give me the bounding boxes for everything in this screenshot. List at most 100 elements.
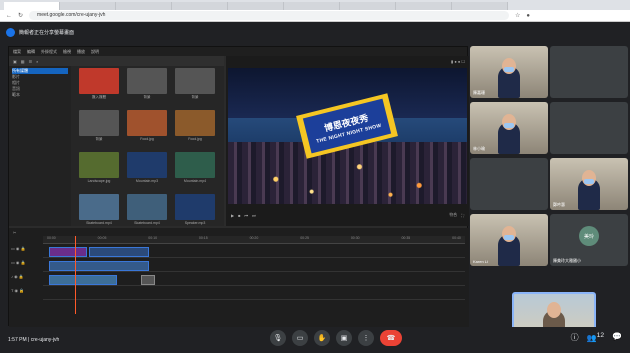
search-icon[interactable]: ⌕ [36,59,38,64]
browser-tab[interactable] [340,2,396,10]
browser-tab[interactable] [172,2,228,10]
media-sidebar: 所有媒體 影片 相片 音訊 範本 [9,66,71,226]
audio-waveform-clip[interactable] [49,275,117,285]
stop-icon[interactable]: ■ [238,213,240,218]
hand-icon[interactable]: ✋ [314,330,330,346]
participant-tile[interactable] [550,102,628,154]
media-item[interactable]: Skateboard.mp4 [125,194,169,232]
reload-icon[interactable]: ↻ [18,12,23,19]
ruler-tick-label: 00:30 [350,236,360,240]
chat-icon[interactable]: 💬 [612,332,622,343]
media-item[interactable]: 背景 [77,110,121,148]
media-item[interactable]: Food.jpg [173,110,217,148]
browser-tab[interactable] [452,2,508,10]
more-icon[interactable]: ⋮ [358,330,374,346]
play-icon[interactable]: ▶ [231,213,234,218]
media-thumbnail [175,152,215,178]
browser-tab[interactable] [4,2,60,10]
clock-time: 1:57 PM [8,337,27,343]
timeline-clip[interactable] [49,261,149,271]
media-item[interactable]: 匯入媒體 [77,68,121,106]
menu-edit[interactable]: 編輯 [27,49,35,55]
participant-tile[interactable] [550,46,628,98]
list-view-icon[interactable]: ☰ [29,59,33,64]
participant-name: 林小瑜 [473,146,485,151]
profile-icon[interactable]: ● [526,13,530,19]
url-field[interactable]: meet.google.com/cre-ujany-jvh [29,11,510,20]
face-mask [504,235,514,240]
media-thumbnail [175,194,215,220]
next-frame-icon[interactable]: ⏭ [252,213,256,218]
participant-tile[interactable]: 鄭吟惠 [550,158,628,210]
people-count-badge: 12 [596,332,605,339]
face-mask [504,123,514,128]
browser-tab[interactable] [116,2,172,10]
hangup-icon[interactable]: ☎ [380,330,402,346]
back-icon[interactable]: ← [6,13,12,19]
participant-tile[interactable]: 美玲 陳美玲大雅國小 [550,214,628,266]
face-mask [584,179,594,184]
timeline-clip[interactable] [89,247,149,257]
present-icon[interactable]: ▣ [336,330,352,346]
grid-view-icon[interactable]: ▦ [21,59,25,64]
timeline-clip[interactable] [49,247,87,257]
browser-tab[interactable] [396,2,452,10]
media-item[interactable]: Landscape.jpg [77,152,121,190]
import-icon[interactable]: ▣ [13,59,17,64]
media-library: ▣ ▦ ☰ ⌕ 所有媒體 影片 相片 音訊 範本 匯入媒體 背景 背景 背景 Food.… [9,56,224,226]
people-icon[interactable]: 👥12 [587,332,604,343]
fit-dropdown[interactable]: 符合 [449,212,457,218]
info-icon[interactable]: ⓘ [571,332,579,343]
mic-icon[interactable]: 🎙 [270,330,286,346]
media-item[interactable]: Skateboard.mp4 [77,194,121,232]
timeline-clip[interactable] [141,275,155,285]
browser-tab[interactable] [284,2,340,10]
participant-tile[interactable]: Karen Li [470,214,548,266]
scissors-icon[interactable]: ✂ [13,230,16,235]
media-thumbnail [175,110,215,136]
media-thumbnail [175,68,215,94]
fullscreen-icon[interactable]: ⛶ [461,213,464,218]
meeting-info: 1:57 PM | cre-ujany-jvh [8,337,60,343]
track-2 [43,260,465,272]
media-item[interactable]: 背景 [125,68,169,106]
participant-tile[interactable] [470,158,548,210]
media-item[interactable]: Food.jpg [125,110,169,148]
menu-file[interactable]: 檔案 [13,49,21,55]
participant-tile[interactable]: 林小瑜 [470,102,548,154]
track-label-video: ▭ ◉ 🔒 [11,246,26,251]
participant-avatar: 美玲 [579,226,599,246]
bookmark-star-icon[interactable]: ☆ [515,12,520,19]
prev-frame-icon[interactable]: ⏮ [245,213,249,218]
meeting-code: cre-ujany-jvh [30,337,60,343]
browser-tab[interactable] [228,2,284,10]
camera-icon[interactable]: ▭ [292,330,308,346]
menu-help[interactable]: 說明 [91,49,99,55]
media-item[interactable]: Speaker.mp3 [173,194,217,232]
menu-plugins[interactable]: 外掛程式 [41,49,57,55]
participant-grid: 陳嘉珊林小瑜鄭吟惠 Karen Li 美玲 陳美玲大雅國小 [470,46,628,326]
preview-tools-icon[interactable]: ▮ ● ● ☐ [451,59,465,64]
presenter-label: 簡報者正在分享螢幕畫面 [19,29,75,36]
timeline: ✂ 00:00 00:05 00:10 00:15 00:20 00:25 00:30 00:… [9,228,469,327]
media-toolbar: ▣ ▦ ☰ ⌕ [9,56,224,66]
browser-tab-strip [0,0,630,10]
city-lights [228,142,467,204]
participant-tile[interactable]: 陳嘉珊 [470,46,548,98]
media-item[interactable]: 背景 [173,68,217,106]
media-thumbnail [79,110,119,136]
playhead[interactable] [75,236,76,314]
preview-panel: ▮ ● ● ☐ 博恩夜夜秀 THE NIGHT NIGHT SHOW ▶ ■ ⏮ [226,56,469,226]
menu-view[interactable]: 檢視 [63,49,71,55]
sidebar-item-template[interactable]: 範本 [12,92,68,98]
browser-tab[interactable] [60,2,116,10]
media-label: Food.jpg [188,137,202,141]
menu-play[interactable]: 播放 [77,49,85,55]
media-item[interactable]: Mountain.mp4 [173,152,217,190]
ruler-tick-label: 00:15 [198,236,208,240]
meet-bottom-bar: 1:57 PM | cre-ujany-jvh 🎙 ▭ ✋ ▣ ⋮ ☎ ⓘ 👥1… [0,327,630,353]
media-item[interactable]: Mountain.mp3 [125,152,169,190]
media-thumbnail [127,152,167,178]
media-label: 背景 [143,95,151,99]
track-label-fx: T ◉ 🔒 [11,288,25,293]
